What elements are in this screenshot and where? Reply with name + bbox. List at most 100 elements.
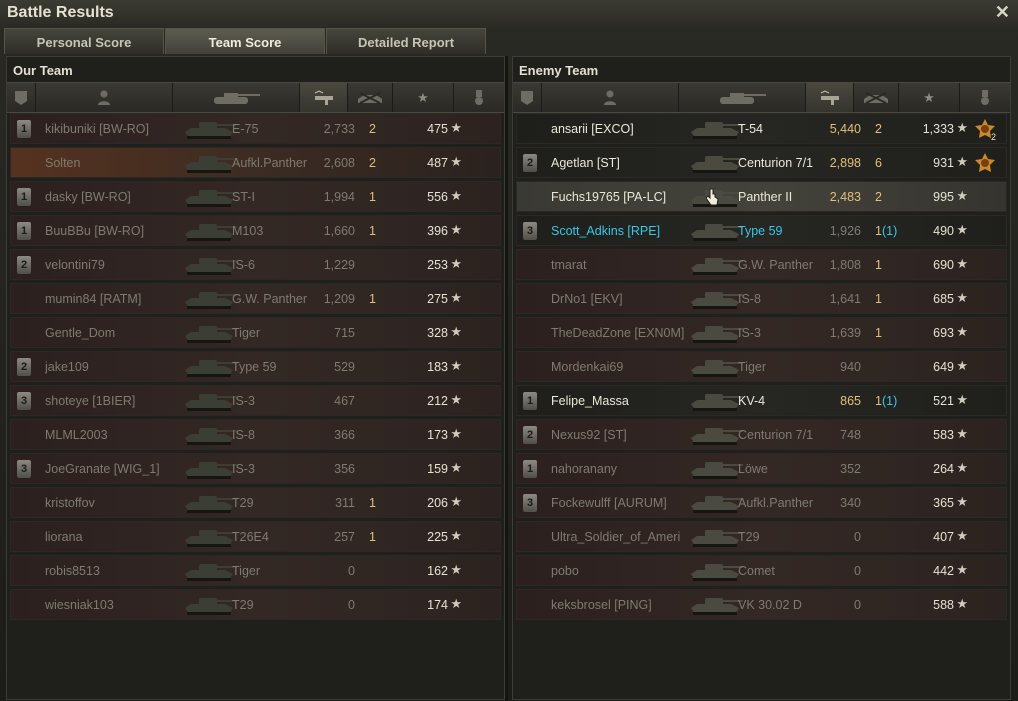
tank-name: Type 59 xyxy=(232,360,277,374)
title-bar: Battle Results ✕ xyxy=(0,0,1018,27)
player-row[interactable]: mumin84 [RATM] G.W. Panther 1,209 1 275 ★ xyxy=(10,283,501,314)
star-icon: ★ xyxy=(450,324,462,339)
player-row[interactable]: liorana T26E4 257 1 225 ★ xyxy=(10,521,501,552)
mastery-badge-icon: 1 xyxy=(17,188,31,206)
tab-detailed-report[interactable]: Detailed Report xyxy=(326,28,486,54)
star-icon: ★ xyxy=(956,120,968,135)
tank-name: Tiger xyxy=(232,326,261,340)
tab-team-score[interactable]: Team Score xyxy=(165,28,325,54)
tank-name: T29 xyxy=(738,530,760,544)
damage-value: 257 xyxy=(334,530,355,544)
experience-value: 995 xyxy=(933,190,954,204)
experience-value: 690 xyxy=(933,258,954,272)
medal-icon[interactable] xyxy=(974,152,996,174)
damage-value: 340 xyxy=(840,496,861,510)
damage-value: 1,641 xyxy=(829,292,861,306)
player-name: kristoffov xyxy=(45,496,95,510)
tank-column-icon[interactable] xyxy=(173,83,300,112)
star-icon: ★ xyxy=(956,562,968,577)
tank-name: IS-6 xyxy=(232,258,255,272)
player-row[interactable]: TheDeadZone [EXN0M] IS-3 1,639 1 693 ★ xyxy=(516,317,1007,348)
damage-value: 529 xyxy=(334,360,355,374)
kills-value: 1(1) xyxy=(875,224,897,238)
player-row[interactable]: 2 jake109 Type 59 529 183 ★ xyxy=(10,351,501,382)
player-name: MLML2003 xyxy=(45,428,108,442)
tank-name: IS-3 xyxy=(232,462,255,476)
close-icon[interactable]: ✕ xyxy=(995,2,1010,23)
kills-column-icon[interactable] xyxy=(348,83,393,112)
player-row[interactable]: 2 velontini79 IS-6 1,229 253 ★ xyxy=(10,249,501,280)
experience-value: 583 xyxy=(933,428,954,442)
player-row[interactable]: 3 shoteye [1BIER] IS-3 467 212 ★ xyxy=(10,385,501,416)
player-row[interactable]: 1 nahoranany Löwe 352 264 ★ xyxy=(516,453,1007,484)
tank-thumbnail-icon xyxy=(181,252,239,278)
tab-personal-score[interactable]: Personal Score xyxy=(4,28,164,54)
experience-value: 183 xyxy=(427,360,448,374)
tank-thumbnail-icon xyxy=(687,252,745,278)
player-name: Ultra_Soldier_of_Ameri xyxy=(551,530,681,544)
player-row[interactable]: ansarii [EXCO] T-54 5,440 2 1,333 ★ 2 xyxy=(516,113,1007,144)
player-row[interactable]: 2 Nexus92 [ST] Centurion 7/1 748 583 ★ xyxy=(516,419,1007,450)
experience-column-icon[interactable]: ★ xyxy=(393,83,454,112)
player-row[interactable]: 1 BuuBBu [BW-RO] M103 1,660 1 396 ★ xyxy=(10,215,501,246)
experience-column-icon[interactable]: ★ xyxy=(899,83,960,112)
tank-thumbnail-icon xyxy=(687,456,745,482)
experience-value: 212 xyxy=(427,394,448,408)
damage-value: 1,808 xyxy=(829,258,861,272)
player-row[interactable]: Mordenkai69 Tiger 940 649 ★ xyxy=(516,351,1007,382)
damage-value: 1,926 xyxy=(829,224,861,238)
tank-thumbnail-icon xyxy=(687,490,745,516)
star-icon: ★ xyxy=(956,426,968,441)
tank-thumbnail-icon xyxy=(181,116,239,142)
player-row[interactable]: 2 Agetlan [ST] Centurion 7/1 2,898 6 931 ★ xyxy=(516,147,1007,178)
tank-thumbnail-icon xyxy=(687,116,745,142)
medals-column-icon[interactable] xyxy=(960,83,1010,112)
player-name: wiesniak103 xyxy=(45,598,114,612)
tank-column-icon[interactable] xyxy=(679,83,806,112)
tank-thumbnail-icon xyxy=(687,320,745,346)
player-name: Gentle_Dom xyxy=(45,326,116,340)
kills-column-icon[interactable] xyxy=(854,83,899,112)
damage-column-icon[interactable] xyxy=(300,83,348,112)
player-row[interactable]: wiesniak103 T29 0 174 ★ xyxy=(10,589,501,620)
player-row[interactable]: 3 Fockewulff [AURUM] Aufkl.Panther 340 365 ★ xyxy=(516,487,1007,518)
tank-name: Löwe xyxy=(738,462,768,476)
player-row[interactable]: Ultra_Soldier_of_Ameri T29 0 407 ★ xyxy=(516,521,1007,552)
star-icon: ★ xyxy=(956,290,968,305)
experience-value: 556 xyxy=(427,190,448,204)
player-name: TheDeadZone [EXN0M] xyxy=(551,326,685,340)
player-row[interactable]: 1 kikibuniki [BW-RO] E-75 2,733 2 475 ★ xyxy=(10,113,501,144)
player-row[interactable]: Gentle_Dom Tiger 715 328 ★ xyxy=(10,317,501,348)
player-row[interactable]: Fuchs19765 [PA-LC] Panther II 2,483 2 995 ★ xyxy=(516,181,1007,212)
player-row[interactable]: kristoffov T29 311 1 206 ★ xyxy=(10,487,501,518)
tank-thumbnail-icon xyxy=(181,218,239,244)
player-row[interactable]: 3 JoeGranate [WIG_1] IS-3 356 159 ★ xyxy=(10,453,501,484)
kills-count: 6 xyxy=(875,156,882,170)
star-icon: ★ xyxy=(450,392,462,407)
player-row[interactable]: DrNo1 [EKV] IS-8 1,641 1 685 ★ xyxy=(516,283,1007,314)
tank-name: Type 59 xyxy=(738,224,783,238)
tank-name: IS-3 xyxy=(738,326,761,340)
player-name: shoteye [1BIER] xyxy=(45,394,136,408)
player-row[interactable]: 1 dasky [BW-RO] ST-I 1,994 1 556 ★ xyxy=(10,181,501,212)
player-row[interactable]: tmarat G.W. Panther 1,808 1 690 ★ xyxy=(516,249,1007,280)
player-column-icon[interactable] xyxy=(542,83,679,112)
medal-icon[interactable]: 2 xyxy=(974,118,996,142)
player-row[interactable]: 1 Felipe_Massa KV-4 865 1(1) 521 ★ xyxy=(516,385,1007,416)
squad-column-icon[interactable] xyxy=(7,83,36,112)
player-row[interactable]: 3 Scott_Adkins [RPE] Type 59 1,926 1(1) 490 ★ xyxy=(516,215,1007,246)
player-row[interactable]: Solten Aufkl.Panther 2,608 2 487 ★ xyxy=(10,147,501,178)
damage-value: 2,483 xyxy=(829,190,861,204)
player-row[interactable]: keksbrosel [PING] VK 30.02 D 0 588 ★ xyxy=(516,589,1007,620)
experience-value: 407 xyxy=(933,530,954,544)
player-column-icon[interactable] xyxy=(36,83,173,112)
player-row[interactable]: pobo Comet 0 442 ★ xyxy=(516,555,1007,586)
kills-count: 2 xyxy=(875,122,882,136)
player-row[interactable]: robis8513 Tiger 0 162 ★ xyxy=(10,555,501,586)
damage-column-icon[interactable] xyxy=(806,83,854,112)
kills-value: 1 xyxy=(875,258,882,272)
medals-column-icon[interactable] xyxy=(454,83,504,112)
squad-column-icon[interactable] xyxy=(513,83,542,112)
damage-value: 0 xyxy=(854,564,861,578)
player-row[interactable]: MLML2003 IS-8 366 173 ★ xyxy=(10,419,501,450)
